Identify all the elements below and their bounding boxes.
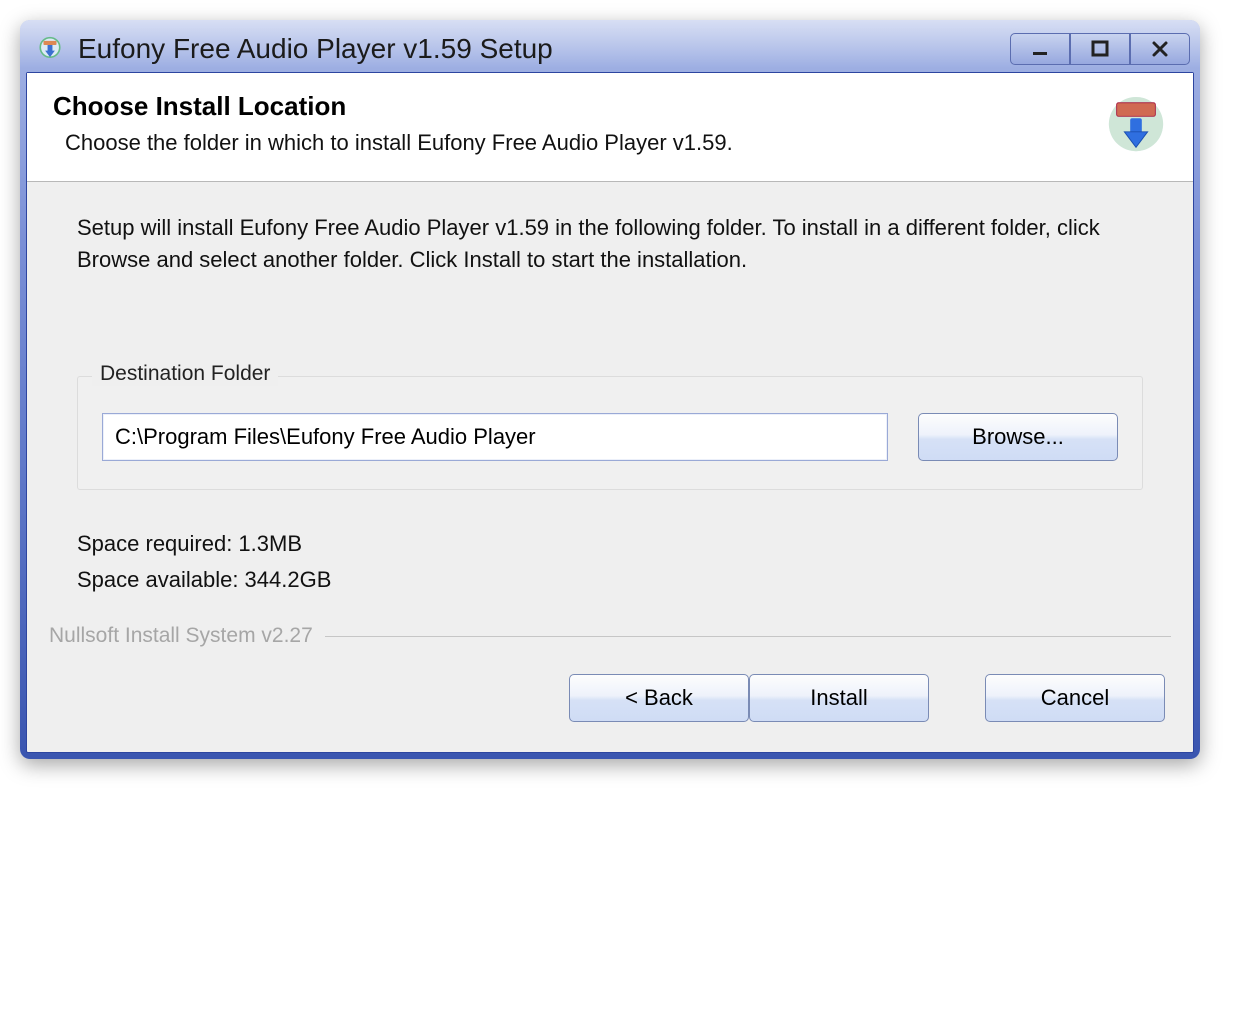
browse-button[interactable]: Browse... [918, 413, 1118, 461]
space-available-text: Space available: 344.2GB [77, 562, 1143, 598]
footer-separator: Nullsoft Install System v2.27 [27, 624, 1193, 648]
wizard-buttons: < Back Install Cancel [27, 648, 1193, 752]
back-button[interactable]: < Back [569, 674, 749, 722]
nsis-branding: Nullsoft Install System v2.27 [49, 624, 325, 648]
separator-line [325, 636, 1171, 637]
installer-window: Eufony Free Audio Player v1.59 Setup Cho… [20, 20, 1200, 759]
client-area: Choose Install Location Choose the folde… [26, 72, 1194, 753]
minimize-button[interactable] [1010, 33, 1070, 65]
destination-folder-group: Destination Folder Browse... [77, 376, 1143, 490]
close-button[interactable] [1130, 33, 1190, 65]
app-icon [36, 35, 64, 63]
space-required-text: Space required: 1.3MB [77, 526, 1143, 562]
titlebar[interactable]: Eufony Free Audio Player v1.59 Setup [26, 26, 1194, 72]
page-body: Setup will install Eufony Free Audio Pla… [27, 182, 1193, 610]
install-path-input[interactable] [102, 413, 888, 461]
page-title: Choose Install Location [53, 91, 1085, 122]
cancel-button[interactable]: Cancel [985, 674, 1165, 722]
disk-space-info: Space required: 1.3MB Space available: 3… [77, 526, 1143, 599]
installer-logo-icon [1105, 95, 1167, 157]
window-title: Eufony Free Audio Player v1.59 Setup [78, 33, 1010, 65]
window-controls [1010, 33, 1190, 65]
page-header: Choose Install Location Choose the folde… [27, 73, 1193, 182]
instructions-text: Setup will install Eufony Free Audio Pla… [77, 212, 1143, 276]
install-button[interactable]: Install [749, 674, 929, 722]
destination-folder-legend: Destination Folder [92, 362, 278, 386]
page-subtitle: Choose the folder in which to install Eu… [53, 130, 1085, 156]
maximize-button[interactable] [1070, 33, 1130, 65]
